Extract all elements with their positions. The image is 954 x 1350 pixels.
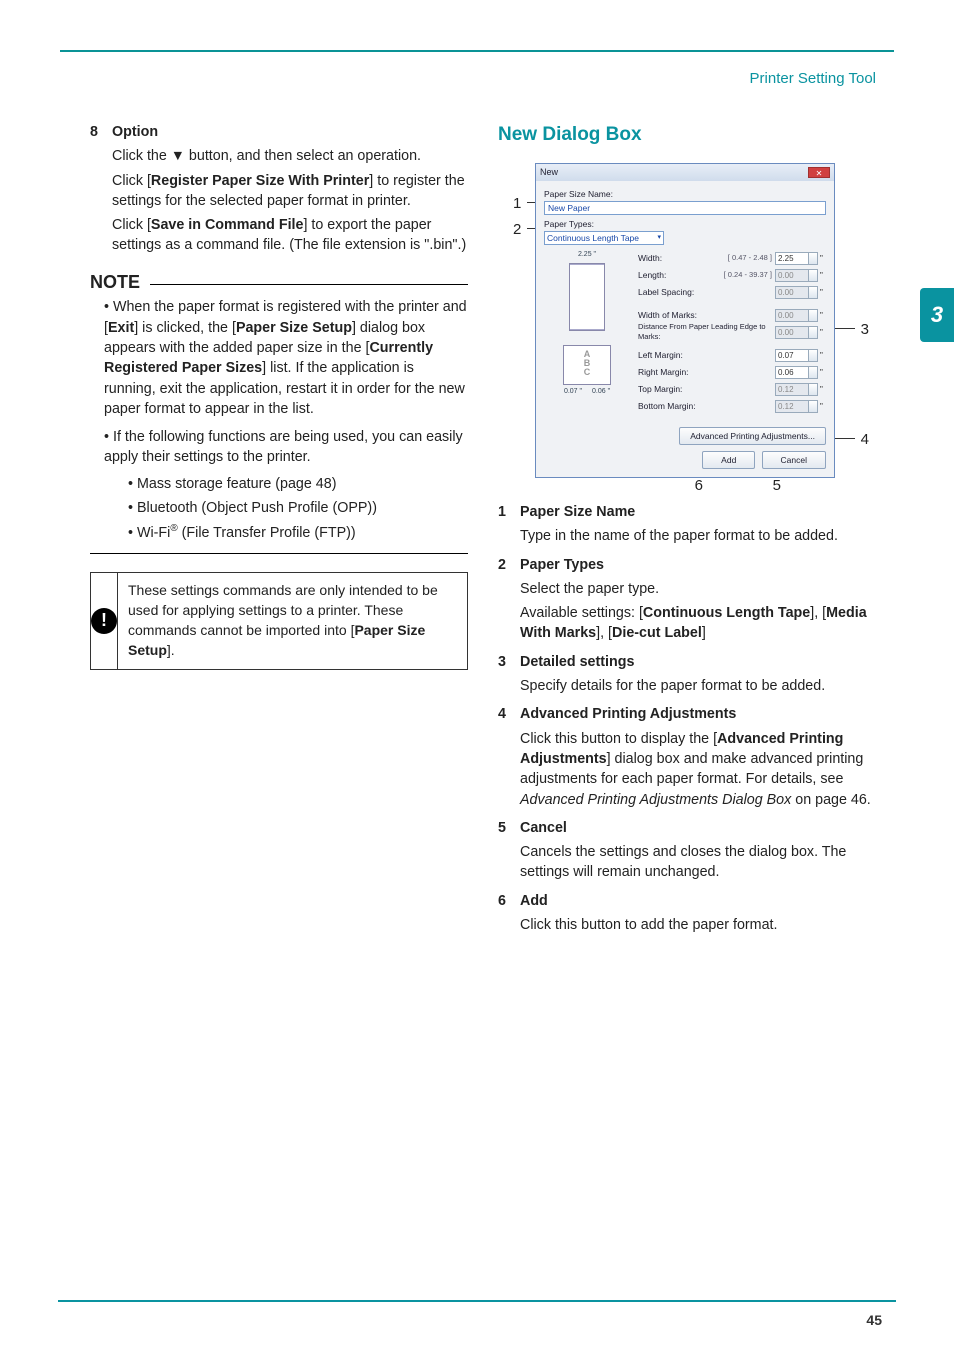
warning-box: ! These settings commands are only inten…: [90, 572, 468, 670]
add-button[interactable]: Add: [702, 451, 755, 469]
left-margin-label: Left Margin:: [638, 349, 775, 361]
bottom-margin-label: Bottom Margin:: [638, 400, 775, 412]
length-label: Length:: [638, 269, 724, 281]
callout-3: 3: [861, 319, 869, 340]
spinner-icon[interactable]: [808, 349, 818, 362]
spinner-icon[interactable]: [808, 309, 818, 322]
note-heading: NOTE: [90, 270, 140, 296]
cancel-button[interactable]: Cancel: [762, 451, 826, 469]
sub-bullet-2: Bluetooth (Object Push Profile (OPP)): [128, 498, 468, 518]
warning-icon: !: [91, 608, 117, 634]
dialog-title: New: [540, 166, 558, 179]
item-1-title: Paper Size Name: [520, 502, 635, 522]
width-input[interactable]: 2.25: [775, 252, 809, 265]
option-title: Option: [112, 122, 158, 142]
item-6-title: Add: [520, 891, 548, 911]
paper-types-label: Paper Types:: [544, 218, 826, 230]
right-margin-label: Right Margin:: [638, 366, 775, 378]
item-6-body: Click this button to add the paper forma…: [520, 915, 876, 935]
chevron-down-icon: ▾: [657, 233, 661, 243]
top-margin-input[interactable]: 0.12: [775, 383, 809, 396]
width-marks-input[interactable]: 0.00: [775, 309, 809, 322]
callout-4: 4: [861, 429, 869, 450]
spinner-icon[interactable]: [808, 383, 818, 396]
preview-pane: 2.25 " A B C 0.07 "0.06 ": [544, 250, 630, 421]
paper-size-name-input[interactable]: New Paper: [544, 201, 826, 215]
item-1-body: Type in the name of the paper format to …: [520, 526, 876, 546]
item-4-body: Click this button to display the [Advanc…: [520, 729, 876, 810]
note-bullet-1: When the paper format is registered with…: [104, 297, 468, 419]
item-1-num: 1: [498, 502, 520, 522]
width-label: Width:: [638, 252, 728, 264]
spinner-icon[interactable]: [808, 286, 818, 299]
warning-text: These settings commands are only intende…: [118, 573, 467, 669]
chapter-tab: 3: [920, 288, 954, 342]
item-3-body: Specify details for the paper format to …: [520, 676, 876, 696]
option-p2: Click [Register Paper Size With Printer]…: [112, 171, 468, 212]
length-input[interactable]: 0.00: [775, 269, 809, 282]
item-3-title: Detailed settings: [520, 652, 634, 672]
advanced-adjustments-button[interactable]: Advanced Printing Adjustments...: [679, 427, 826, 445]
label-spacing-input[interactable]: 0.00: [775, 286, 809, 299]
new-dialog-heading: New Dialog Box: [498, 122, 876, 149]
item-5-body: Cancels the settings and closes the dial…: [520, 842, 876, 883]
item-4-num: 4: [498, 704, 520, 724]
spinner-icon[interactable]: [808, 366, 818, 379]
distance-label: Distance From Paper Leading Edge to Mark…: [638, 322, 775, 343]
option-p3: Click [Save in Command File] to export t…: [112, 215, 468, 256]
spinner-icon[interactable]: [808, 400, 818, 413]
label-spacing-label: Label Spacing:: [638, 286, 775, 298]
item-2-body-1: Select the paper type.: [520, 579, 876, 599]
paper-types-select[interactable]: Continuous Length Tape▾: [544, 231, 664, 245]
new-dialog: New ✕ Paper Size Name: New Paper Paper T…: [535, 163, 835, 478]
width-marks-label: Width of Marks:: [638, 309, 775, 321]
paper-size-name-label: Paper Size Name:: [544, 188, 826, 200]
spinner-icon[interactable]: [808, 269, 818, 282]
spinner-icon[interactable]: [808, 252, 818, 265]
close-icon[interactable]: ✕: [808, 167, 830, 178]
option-p1: Click the ▼ button, and then select an o…: [112, 146, 468, 166]
callout-2: 2: [513, 219, 521, 240]
spinner-icon[interactable]: [808, 326, 818, 339]
distance-input[interactable]: 0.00: [775, 326, 809, 339]
right-margin-input[interactable]: 0.06: [775, 366, 809, 379]
item-4-title: Advanced Printing Adjustments: [520, 704, 736, 724]
item-5-title: Cancel: [520, 818, 567, 838]
header-section: Printer Setting Tool: [0, 70, 876, 87]
sub-bullet-1: Mass storage feature (page 48): [128, 474, 468, 494]
item-5-num: 5: [498, 818, 520, 838]
item-6-num: 6: [498, 891, 520, 911]
down-triangle-icon: ▼: [171, 148, 185, 164]
sub-bullet-3: Wi-Fi® (File Transfer Profile (FTP)): [128, 522, 468, 543]
left-margin-input[interactable]: 0.07: [775, 349, 809, 362]
item-3-num: 3: [498, 652, 520, 672]
item-2-body-2: Available settings: [Continuous Length T…: [520, 603, 876, 644]
note-bullet-2: If the following functions are being use…: [104, 427, 468, 543]
page-number: 45: [866, 1312, 882, 1328]
item-2-num: 2: [498, 555, 520, 575]
item-2-title: Paper Types: [520, 555, 604, 575]
callout-1: 1: [513, 193, 521, 214]
bottom-margin-input[interactable]: 0.12: [775, 400, 809, 413]
top-margin-label: Top Margin:: [638, 383, 775, 395]
option-number: 8: [90, 122, 112, 142]
